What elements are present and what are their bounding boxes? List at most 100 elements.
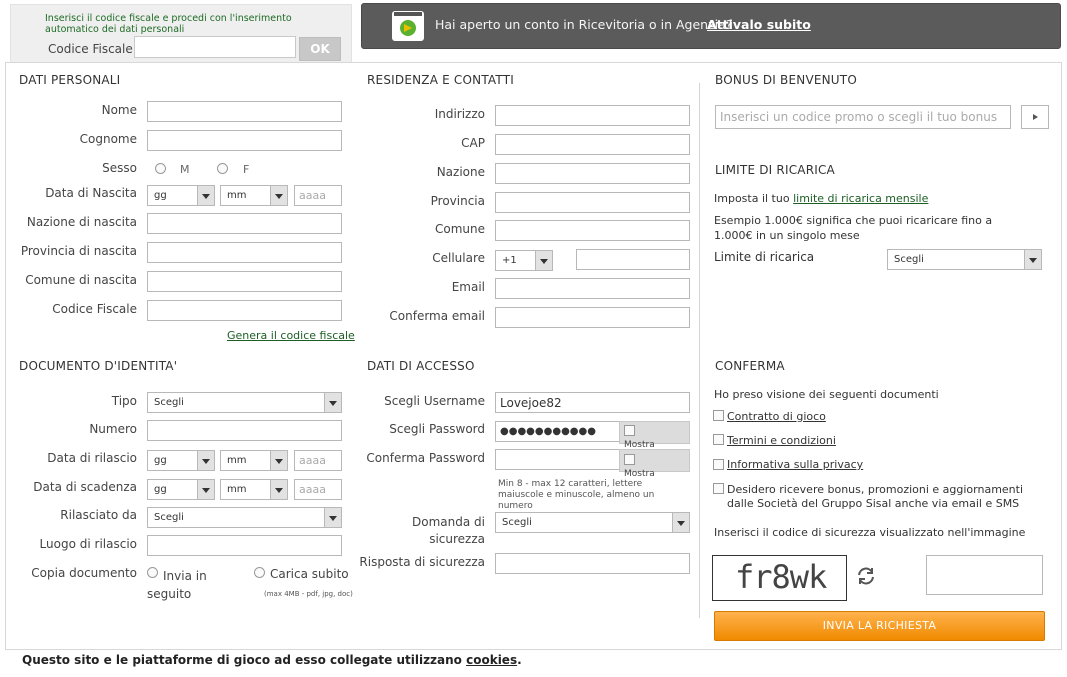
cookie-notice-end: . (517, 653, 522, 667)
rilascio-giorno-select[interactable]: gg (147, 450, 215, 471)
refresh-captcha-icon[interactable] (855, 565, 877, 590)
mostra-password-checkbox[interactable] (624, 425, 635, 436)
password-input[interactable]: ●●●●●●●●●●● (495, 421, 620, 442)
password-value: ●●●●●●●●●●● (500, 426, 596, 437)
chevron-down-icon (1024, 250, 1041, 269)
data-rilascio-label: Data di rilascio (47, 451, 137, 465)
cap-input[interactable] (495, 134, 690, 155)
nazione-nascita-input[interactable] (147, 213, 342, 234)
chevron-down-icon (270, 186, 287, 205)
mostra-conferma-label: Mostra (624, 469, 655, 479)
chevron-down-icon (197, 451, 214, 470)
prefisso-select[interactable]: +1 (495, 250, 553, 271)
domanda-select[interactable]: Scegli (495, 512, 690, 533)
captcha-intro: Inserisci il codice di sicurezza visuali… (714, 526, 1026, 539)
luogo-rilascio-label: Luogo di rilascio (39, 537, 137, 551)
rilascio-mese-value: mm (227, 455, 247, 466)
column-divider (699, 83, 700, 618)
nascita-giorno-select[interactable]: gg (147, 185, 215, 206)
email-input[interactable] (495, 278, 690, 299)
privacy-link[interactable]: Informativa sulla privacy (727, 458, 863, 471)
nascita-mese-select[interactable]: mm (220, 185, 288, 206)
provincia-input[interactable] (495, 192, 690, 213)
data-scadenza-label: Data di scadenza (33, 480, 137, 494)
rilasciato-select-value: Scegli (154, 512, 184, 523)
carica-subito-radio[interactable] (254, 567, 265, 578)
captcha-input[interactable] (926, 555, 1043, 595)
nazione-input[interactable] (495, 163, 690, 184)
tipo-select-value: Scegli (154, 397, 184, 408)
chevron-down-icon (672, 513, 689, 532)
cookies-link[interactable]: cookies (466, 653, 517, 667)
nascita-giorno-value: gg (154, 190, 167, 201)
chevron-down-icon (324, 508, 341, 527)
conferma-password-input[interactable] (495, 449, 620, 470)
desidero-checkbox[interactable] (713, 483, 724, 494)
numero-input[interactable] (147, 420, 342, 441)
rilascio-mese-select[interactable]: mm (220, 450, 288, 471)
provincia-nascita-input[interactable] (147, 242, 342, 263)
domanda-select-value: Scegli (502, 517, 532, 528)
bonus-expand-button[interactable] (1021, 105, 1049, 129)
comune-nascita-input[interactable] (147, 271, 342, 292)
cookie-notice-text: Questo sito e le piattaforme di gioco ad… (22, 653, 467, 667)
nome-label: Nome (101, 103, 137, 117)
scadenza-anno-input[interactable]: aaaa (294, 479, 342, 500)
comune-input[interactable] (495, 220, 690, 241)
contratto-link[interactable]: Contratto di gioco (727, 410, 826, 423)
tipo-select[interactable]: Scegli (147, 392, 342, 413)
invia-richiesta-button[interactable]: INVIA LA RICHIESTA (714, 611, 1045, 641)
sesso-f-radio[interactable] (217, 163, 228, 174)
numero-label: Numero (89, 422, 137, 436)
termini-checkbox[interactable] (713, 434, 724, 445)
comune-nascita-label: Comune di nascita (25, 273, 137, 287)
username-input[interactable]: Lovejoe82 (495, 392, 690, 413)
attivalo-link[interactable]: Attivalo subito (707, 17, 811, 32)
codice-fiscale-quick-input[interactable] (134, 36, 296, 58)
rilascio-anno-input[interactable]: aaaa (294, 450, 342, 471)
conferma-intro: Ho preso visione dei seguenti documenti (714, 388, 939, 401)
codice-fiscale-input[interactable] (147, 300, 342, 321)
rilasciato-select[interactable]: Scegli (147, 507, 342, 528)
sesso-m-radio[interactable] (155, 163, 166, 174)
ok-button[interactable]: OK (299, 37, 341, 61)
nome-input[interactable] (147, 101, 342, 122)
cognome-input[interactable] (147, 130, 342, 151)
comune-label: Comune (434, 222, 485, 236)
limite-select-value: Scegli (894, 254, 924, 265)
risposta-input[interactable] (495, 553, 690, 574)
conferma-email-input[interactable] (495, 307, 690, 328)
scadenza-giorno-select[interactable]: gg (147, 479, 215, 500)
agency-banner: Hai aperto un conto in Ricevitoria o in … (361, 3, 1061, 49)
scadenza-mese-value: mm (227, 484, 247, 495)
cellulare-input[interactable] (576, 249, 690, 270)
nazione-nascita-label: Nazione di nascita (26, 215, 137, 229)
prefisso-value: +1 (502, 255, 517, 266)
genera-codice-link[interactable]: Genera il codice fiscale (227, 329, 355, 342)
limite-select[interactable]: Scegli (887, 249, 1042, 270)
privacy-checkbox[interactable] (713, 459, 724, 470)
cognome-label: Cognome (79, 132, 137, 146)
limite-esempio: Esempio 1.000€ significa che puoi ricari… (714, 214, 993, 242)
mostra-conferma-checkbox[interactable] (624, 454, 635, 465)
section-title-dati-personali: DATI PERSONALI (19, 73, 121, 87)
termini-link[interactable]: Termini e condizioni (727, 434, 836, 447)
rilasciato-label: Rilasciato da (60, 508, 137, 522)
indirizzo-input[interactable] (495, 105, 690, 126)
contratto-checkbox[interactable] (713, 410, 724, 421)
carica-subito-label: Carica subito (270, 567, 349, 581)
conferma-password-label: Conferma Password (366, 451, 485, 465)
codice-fiscale-quick-box: Inserisci il codice fiscale e procedi co… (10, 4, 352, 64)
bonus-placeholder: Inserisci un codice promo o scegli il tu… (720, 110, 998, 124)
luogo-rilascio-input[interactable] (147, 535, 342, 556)
limite-mensile-link[interactable]: limite di ricarica mensile (793, 192, 928, 205)
password-hint: Min 8 - max 12 caratteri, lettere maiusc… (498, 479, 655, 511)
captcha-text: fr8wk (735, 558, 827, 596)
scadenza-mese-select[interactable]: mm (220, 479, 288, 500)
bonus-input[interactable]: Inserisci un codice promo o scegli il tu… (715, 105, 1011, 129)
domanda-label: Domanda di sicurezza (412, 515, 485, 546)
ricevitoria-icon (392, 11, 424, 41)
chevron-down-icon (324, 393, 341, 412)
nascita-anno-input[interactable]: aaaa (294, 185, 342, 206)
captcha-image: fr8wk (712, 555, 847, 601)
